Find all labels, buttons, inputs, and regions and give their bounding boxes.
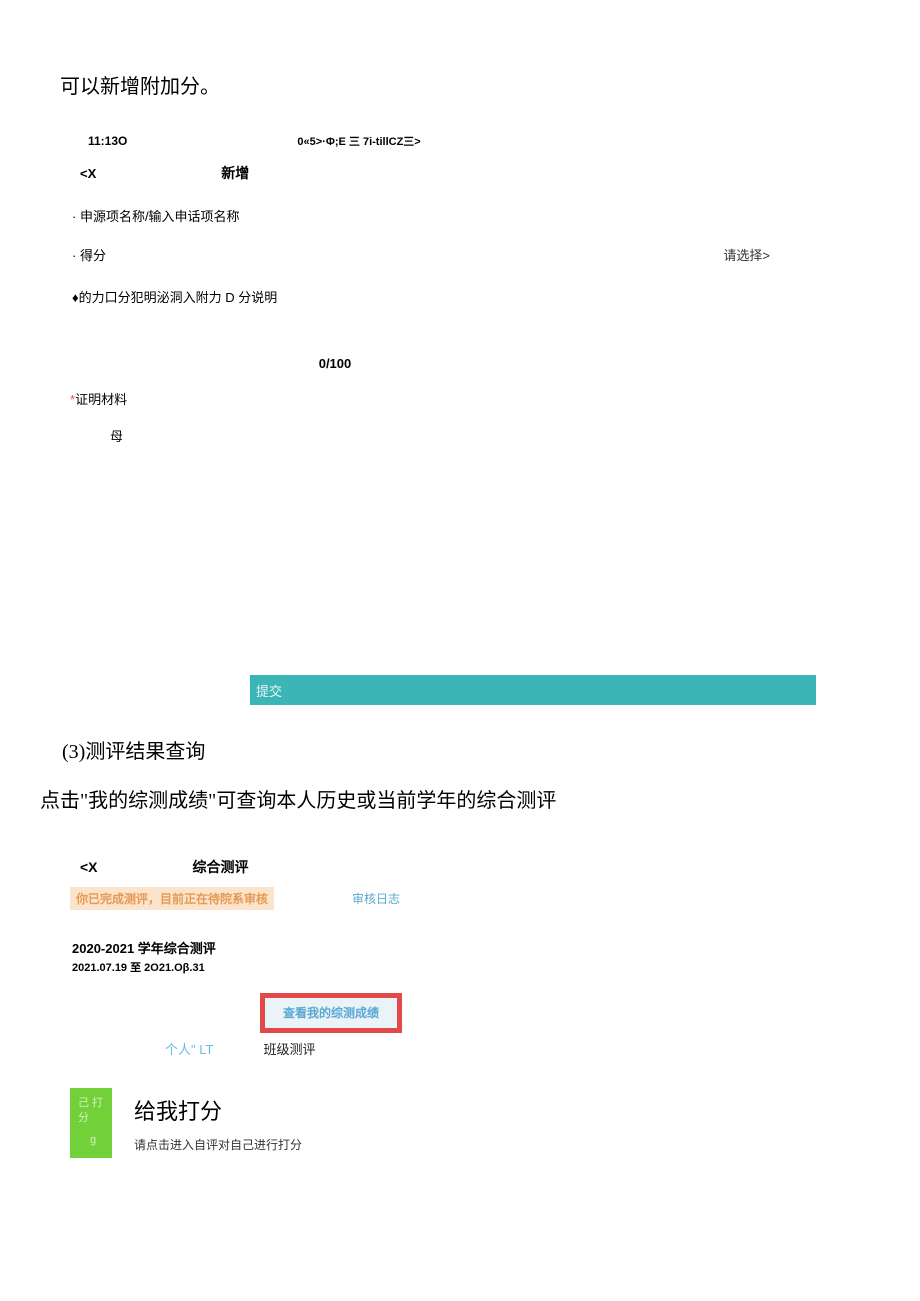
phone-screenshot-2: <X 综合测评 你已完成测评，目前正在待院系审核 审核日志 2020-2021 … [70,853,440,1158]
char-counter: 0/100 [295,356,375,371]
audit-log-link[interactable]: 审核日志 [352,890,400,907]
status-bar: 11:13O 0«5>·Φ;E 三 7i-tillCZ三> [70,129,790,157]
status-indicators: 0«5>·Φ;E 三 7i-tillCZ三> [297,133,420,149]
view-score-label: 查看我的综测成绩 [283,1006,379,1020]
proof-row: *证明材料 [70,389,790,408]
rate-text[interactable]: 给我打分 请点击进入自评对自己进行打分 [134,1088,302,1158]
section-3-desc: 点击"我的综测成绩"可查询本人历史或当前学年的综合测评 [40,784,920,813]
task-date: 2021.07.19 至 2O21.Oβ.31 [72,959,440,975]
status-icon: O [118,134,127,148]
back-button[interactable]: <X [80,166,96,181]
upload-placeholder[interactable]: 母 [110,426,790,445]
rate-desc: 请点击进入自评对自己进行打分 [134,1136,302,1153]
nav-title-2: 综合测评 [193,857,249,877]
task-title: 2020-2021 学年综合测评 [72,938,440,957]
form-row-name[interactable]: · 申源项名称/输入申话项名称 [70,201,790,230]
score-label: · 得分 [72,245,106,264]
doc-intro: 可以新增附加分。 [60,70,920,99]
nav-bar: <X 新增 [70,157,790,193]
status-time: 11:13 [88,134,118,148]
view-score-button[interactable]: 查看我的综测成绩 [260,993,402,1033]
back-button-2[interactable]: <X [80,859,98,875]
tab-personal[interactable]: 个人" LT [165,1039,213,1058]
self-rate-badge: 己 打分 g [70,1088,112,1158]
name-label: · 申源项名称/输入申话项名称 [72,206,240,225]
badge-line2: g [78,1133,108,1148]
view-score-highlight: 查看我的综测成绩 [260,993,440,1033]
rate-section: 己 打分 g 给我打分 请点击进入自评对自己进行打分 [70,1088,440,1158]
tab-class[interactable]: 班级测评 [263,1039,315,1058]
submit-button[interactable]: 提交 [250,675,816,705]
section-3-title: (3)测评结果查询 [62,735,920,764]
status-badge: 你已完成测评，目前正在待院系审核 [70,887,274,910]
desc-label: ♦的力口分犯明泌洞入附力 D 分说明 [72,290,277,305]
score-select[interactable]: 请选择> [723,245,770,264]
badge-line1: 己 打分 [78,1096,108,1127]
rate-title: 给我打分 [134,1094,302,1126]
proof-label: 证明材料 [75,392,127,407]
form-row-score[interactable]: · 得分 请选择> [70,240,790,269]
tabs-row: 个人" LT 班级测评 [70,1039,440,1058]
nav-bar-2: <X 综合测评 [70,853,440,883]
form-row-desc[interactable]: ♦的力口分犯明泌洞入附力 D 分说明 [70,279,790,306]
status-row: 你已完成测评，目前正在待院系审核 审核日志 [70,887,440,910]
phone-screenshot-1: 11:13O 0«5>·Φ;E 三 7i-tillCZ三> <X 新增 · 申源… [70,129,790,705]
nav-title: 新增 [221,163,249,183]
